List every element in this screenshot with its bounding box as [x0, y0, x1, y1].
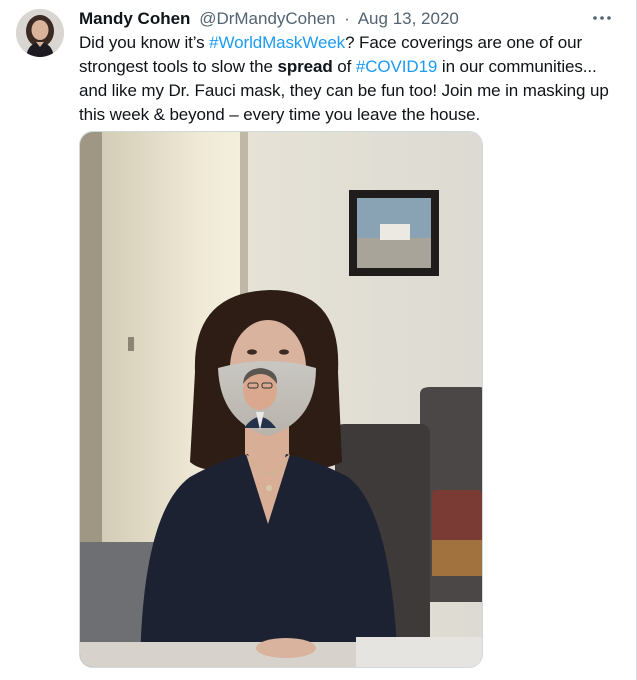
tweet-date[interactable]: Aug 13, 2020 [358, 9, 459, 28]
avatar[interactable] [16, 9, 64, 57]
tweet-header: Mandy Cohen @DrMandyCohen · Aug 13, 2020 [79, 8, 576, 30]
tweet-card: Mandy Cohen @DrMandyCohen · Aug 13, 2020… [0, 0, 637, 680]
ellipsis-icon [593, 16, 611, 20]
tweet-text-part: Did you know it’s [79, 33, 210, 52]
tweet-text-bold: spread [277, 57, 333, 76]
hashtag-worldmaskweek[interactable]: #WorldMaskWeek [209, 33, 345, 52]
header-separator: · [344, 9, 350, 28]
tweet-text-part: of [332, 57, 356, 76]
hashtag-covid19[interactable]: #COVID19 [356, 57, 438, 76]
avatar-image [16, 9, 64, 57]
tweet-photo[interactable] [79, 131, 483, 668]
more-options-button[interactable] [590, 8, 614, 28]
photo-woman-in-mask [80, 132, 482, 667]
tweet-text: Did you know it’s #WorldMaskWeek? Face c… [79, 31, 627, 127]
author-display-name[interactable]: Mandy Cohen [79, 9, 190, 28]
author-handle[interactable]: @DrMandyCohen [199, 9, 335, 28]
